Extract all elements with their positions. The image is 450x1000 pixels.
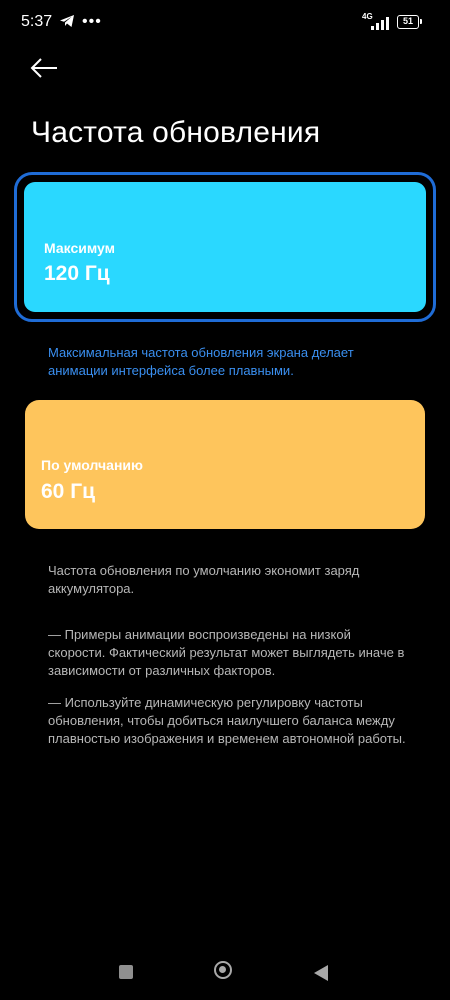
home-circle-icon[interactable] <box>214 961 232 979</box>
status-bar: 5:37 ••• 4G 51 <box>0 0 450 44</box>
option-description-max: Максимальная частота обновления экрана д… <box>48 345 354 378</box>
note-dynamic-refresh: — Используйте динамическую регулировку ч… <box>48 695 406 746</box>
more-dots-icon: ••• <box>82 13 102 30</box>
option-label-default: По умолчанию <box>41 457 143 473</box>
option-card-default[interactable]: По умолчанию 60 Гц <box>25 400 425 529</box>
back-triangle-icon[interactable] <box>313 964 329 982</box>
back-button[interactable] <box>28 56 68 90</box>
recents-square-icon[interactable] <box>119 965 133 979</box>
option-value-default: 60 Гц <box>41 480 96 503</box>
status-time: 5:37 <box>21 13 53 30</box>
navigation-bar <box>0 950 450 1000</box>
option-description-default: Частота обновления по умолчанию экономит… <box>48 563 360 596</box>
option-card-max-fill: Максимум 120 Гц <box>24 182 426 312</box>
page-title: Частота обновления <box>31 116 321 149</box>
option-label-max: Максимум <box>44 240 115 256</box>
option-value-max: 120 Гц <box>44 262 110 285</box>
signal-icon: 4G <box>362 12 392 32</box>
battery-icon: 51 <box>397 15 422 29</box>
option-card-max[interactable]: Максимум 120 Гц <box>14 172 436 322</box>
note-animation-speed: — Примеры анимации воспроизведены на низ… <box>48 627 405 678</box>
telegram-icon <box>60 15 74 27</box>
arrow-left-icon <box>30 58 57 78</box>
battery-level: 51 <box>402 16 413 26</box>
